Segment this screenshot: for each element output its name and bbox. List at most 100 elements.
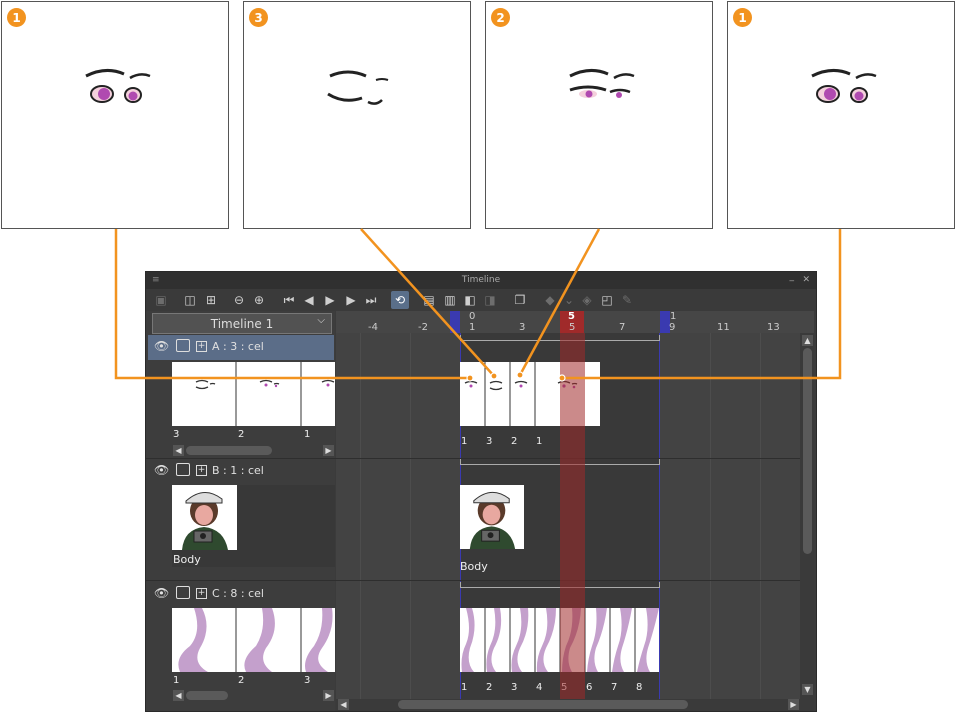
ruler-number: 1 <box>469 322 476 333</box>
expand-icon[interactable]: + <box>196 465 207 476</box>
close-button[interactable]: ✕ <box>802 272 810 289</box>
camera-icon[interactable]: ◈ <box>578 291 596 309</box>
specify-cel-icon[interactable]: ◧ <box>461 291 479 309</box>
animation-folder-icon <box>176 463 190 476</box>
frame-ruler: 0 5 1 -4 -2 1 3 5 7 9 11 13 <box>336 311 814 333</box>
range-start-marker[interactable] <box>450 311 460 333</box>
expand-icon[interactable]: + <box>196 588 207 599</box>
eyes-open-drawing <box>85 69 151 103</box>
scroll-right-button[interactable]: ▶ <box>323 445 334 456</box>
previous-frame-icon[interactable]: ◀ <box>300 291 318 309</box>
frame-label: Body <box>173 553 201 566</box>
track-frame-label: 3 <box>511 682 518 693</box>
scroll-right-button[interactable]: ▶ <box>788 699 799 710</box>
track-frame-label: 2 <box>486 682 493 693</box>
eye-icon[interactable]: 👁 <box>154 463 169 477</box>
ruler-top-label: 0 <box>469 311 476 322</box>
callout-badge: 2 <box>491 8 510 27</box>
minimize-button[interactable]: _ <box>790 269 795 286</box>
menu-icon[interactable]: ≡ <box>152 272 160 289</box>
eyes-half-drawing <box>569 69 635 98</box>
first-frame-icon[interactable]: ⏮ <box>280 291 298 309</box>
track-frame-label: 1 <box>461 436 468 447</box>
smoke-thumbnails <box>178 608 333 672</box>
callout-card-3: 3 <box>243 1 471 229</box>
eyes-open-drawing <box>811 69 877 103</box>
new-cel-icon[interactable]: ▥ <box>441 291 459 309</box>
timeline-select-value: Timeline 1 <box>210 316 274 331</box>
layer-c-panel-thumbs <box>172 608 335 672</box>
layer-a-panel-thumbs <box>172 362 335 426</box>
track-b-cel[interactable] <box>460 485 524 549</box>
scroll-down-button[interactable]: ▼ <box>802 684 813 695</box>
ruler-top-label: 1 <box>670 311 677 322</box>
scroll-left-button[interactable]: ◀ <box>173 690 184 701</box>
last-frame-icon[interactable]: ⏭ <box>362 291 380 309</box>
layer-a-hscrollbar[interactable] <box>186 446 272 455</box>
scroll-right-button[interactable]: ▶ <box>323 690 334 701</box>
track-frame-label: 6 <box>586 682 593 693</box>
animation-folder-icon <box>176 339 190 352</box>
character-drawing <box>182 492 228 550</box>
thumbnail-icon[interactable]: ▣ <box>152 291 170 309</box>
ruler-number: 5 <box>569 322 576 333</box>
scroll-left-button[interactable]: ◀ <box>173 445 184 456</box>
layer-name: C : 8 : cel <box>212 587 264 600</box>
callout-card-1: 1 <box>1 1 229 229</box>
scroll-up-button[interactable]: ▲ <box>802 335 813 346</box>
callout-badge: 3 <box>249 8 268 27</box>
layer-name: B : 1 : cel <box>212 464 264 477</box>
ruler-number: 3 <box>519 322 526 333</box>
track-frame-label: 2 <box>511 436 518 447</box>
track-frame-label: 1 <box>536 436 543 447</box>
callout-card-1b: 1 <box>727 1 955 229</box>
chevron-down-icon: ⌵ <box>317 315 325 326</box>
keyframe-icon[interactable]: ◆ <box>541 291 559 309</box>
delete-cel-icon[interactable]: ◨ <box>481 291 499 309</box>
zoom-in-icon[interactable]: ⊕ <box>250 291 268 309</box>
pen-icon[interactable]: ✎ <box>618 291 636 309</box>
eye-icon[interactable]: 👁 <box>154 339 169 353</box>
ruler-number: 13 <box>767 322 780 333</box>
callout-badge: 1 <box>7 8 26 27</box>
track-frame-label: 1 <box>461 682 468 693</box>
frame-label: 2 <box>238 675 245 686</box>
eye-sketch-thumbnails <box>195 362 335 426</box>
layer-c-hscrollbar[interactable] <box>186 691 228 700</box>
animation-folder-icon <box>176 586 190 599</box>
next-frame-icon[interactable]: ▶ <box>342 291 360 309</box>
frame-label: 2 <box>238 429 245 440</box>
track-frame-label: 8 <box>636 682 643 693</box>
scroll-left-button[interactable]: ◀ <box>338 699 349 710</box>
track-frame-label: 3 <box>486 436 493 447</box>
window-titlebar: ≡ Timeline _ ✕ <box>146 272 816 289</box>
callout-badge: 1 <box>733 8 752 27</box>
track-frame-label: 4 <box>536 682 543 693</box>
play-icon[interactable]: ▶ <box>321 291 339 309</box>
timeline-window: ≡ Timeline _ ✕ ▣ ◫ ⊞ ⊖ ⊕ ⏮ ◀ ▶ ▶ ⏭ ⟲ ▤ ▥… <box>145 271 817 712</box>
window-title: Timeline <box>461 275 501 285</box>
eye-icon[interactable]: 👁 <box>154 586 169 600</box>
new-animation-folder-icon[interactable]: ▤ <box>420 291 438 309</box>
loop-icon[interactable]: ⟲ <box>391 291 409 309</box>
timeline-select[interactable]: Timeline 1 ⌵ <box>152 313 332 334</box>
frame-label: 3 <box>304 675 311 686</box>
ruler-number: -2 <box>418 322 428 333</box>
track-frame-label: 7 <box>611 682 618 693</box>
dropdown-arrow-icon[interactable]: ⌄ <box>560 291 578 309</box>
playhead-column <box>560 333 585 699</box>
layer-header-a[interactable]: 👁 + A : 3 : cel <box>148 335 334 360</box>
onion-skin-icon[interactable]: ❐ <box>511 291 529 309</box>
body-thumbnail <box>172 485 237 550</box>
frame-view-icon[interactable]: ◫ <box>181 291 199 309</box>
layer-header-b[interactable]: 👁 + B : 1 : cel <box>148 459 334 484</box>
zoom-out-icon[interactable]: ⊖ <box>230 291 248 309</box>
layer-header-c[interactable]: 👁 + C : 8 : cel <box>148 582 334 607</box>
add-frame-icon[interactable]: ⊞ <box>202 291 220 309</box>
fill-icon[interactable]: ◰ <box>598 291 616 309</box>
vscrollbar-thumb[interactable] <box>803 348 812 554</box>
expand-icon[interactable]: + <box>196 341 207 352</box>
ruler-number: 7 <box>619 322 626 333</box>
ruler-top-label: 5 <box>568 311 575 322</box>
hscrollbar-thumb[interactable] <box>398 700 688 709</box>
